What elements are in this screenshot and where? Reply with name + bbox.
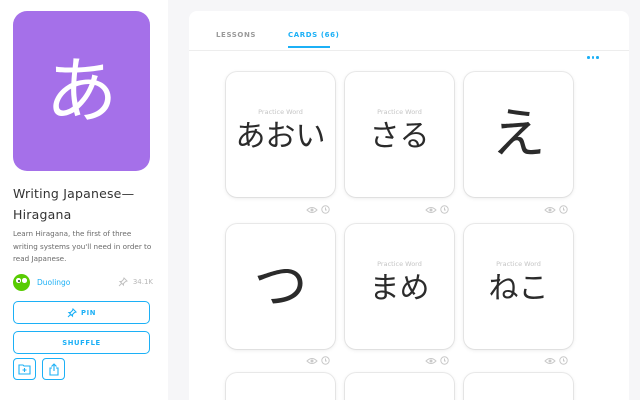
card-text: え	[491, 102, 546, 165]
flashcard[interactable]: Practice Word さる	[345, 72, 454, 197]
eye-icon[interactable]	[306, 206, 318, 214]
deck-sidebar: あ Writing Japanese— Hiragana Learn Hirag…	[0, 0, 168, 400]
audio-icon[interactable]	[440, 356, 449, 365]
flashcard[interactable]	[464, 373, 573, 400]
tab-lessons[interactable]: LESSONS	[216, 31, 256, 39]
eye-icon[interactable]	[425, 206, 437, 214]
card-text: つ	[253, 254, 308, 317]
audio-icon[interactable]	[559, 356, 568, 365]
audio-icon[interactable]	[440, 205, 449, 214]
card-text: あおい	[235, 119, 326, 154]
pin-count: 34.1K	[118, 277, 153, 287]
add-to-folder-button[interactable]	[13, 358, 36, 380]
eye-icon[interactable]	[544, 357, 556, 365]
share-icon	[48, 362, 59, 376]
eye-icon[interactable]	[425, 357, 437, 365]
tab-bar: LESSONS CARDS (66)	[189, 11, 629, 51]
card-label: Practice Word	[496, 260, 541, 268]
more-options-icon[interactable]	[587, 56, 599, 59]
deck-title-line-1: Writing Japanese—	[13, 186, 135, 201]
add-folder-icon	[18, 364, 31, 375]
card-text: ねこ	[488, 271, 549, 306]
pin-icon	[118, 277, 128, 287]
eye-icon[interactable]	[544, 206, 556, 214]
deck-title: Writing Japanese— Hiragana	[13, 183, 163, 225]
audio-icon[interactable]	[321, 356, 330, 365]
pin-button-label: PIN	[81, 308, 96, 317]
tab-cards[interactable]: CARDS (66)	[288, 31, 339, 39]
audio-icon[interactable]	[321, 205, 330, 214]
card-actions	[425, 356, 449, 365]
share-button[interactable]	[42, 358, 65, 380]
author-row: Duolingo 34.1K	[13, 273, 153, 291]
flashcard[interactable]: つ	[226, 224, 335, 349]
card-text: まめ	[369, 271, 430, 306]
duolingo-owl-avatar[interactable]	[13, 273, 30, 291]
audio-icon[interactable]	[559, 205, 568, 214]
cards-panel: LESSONS CARDS (66) Practice Word あおい Pra…	[189, 11, 629, 400]
eye-icon[interactable]	[306, 357, 318, 365]
flashcard[interactable]	[226, 373, 335, 400]
flashcard[interactable]: え	[464, 72, 573, 197]
active-tab-indicator	[288, 46, 330, 48]
author-link[interactable]: Duolingo	[37, 278, 70, 287]
deck-description: Learn Hiragana, the first of three writi…	[13, 229, 152, 263]
card-label: Practice Word	[258, 108, 303, 116]
flashcard[interactable]: Practice Word ねこ	[464, 224, 573, 349]
card-actions	[306, 356, 330, 365]
deck-cover-image: あ	[13, 11, 150, 171]
card-text: さる	[369, 119, 430, 154]
card-label: Practice Word	[377, 260, 422, 268]
card-actions	[306, 205, 330, 214]
card-label: Practice Word	[377, 108, 422, 116]
shuffle-button[interactable]: SHUFFLE	[13, 331, 150, 354]
pin-count-value: 34.1K	[132, 278, 153, 286]
pin-button[interactable]: PIN	[13, 301, 150, 324]
card-actions	[544, 356, 568, 365]
pin-icon	[67, 307, 77, 317]
flashcard[interactable]	[345, 373, 454, 400]
deck-cover-char: あ	[45, 49, 118, 133]
deck-title-line-2: Hiragana	[13, 207, 72, 222]
card-actions	[425, 205, 449, 214]
shuffle-button-label: SHUFFLE	[62, 338, 101, 347]
flashcard[interactable]: Practice Word まめ	[345, 224, 454, 349]
flashcard[interactable]: Practice Word あおい	[226, 72, 335, 197]
card-actions	[544, 205, 568, 214]
